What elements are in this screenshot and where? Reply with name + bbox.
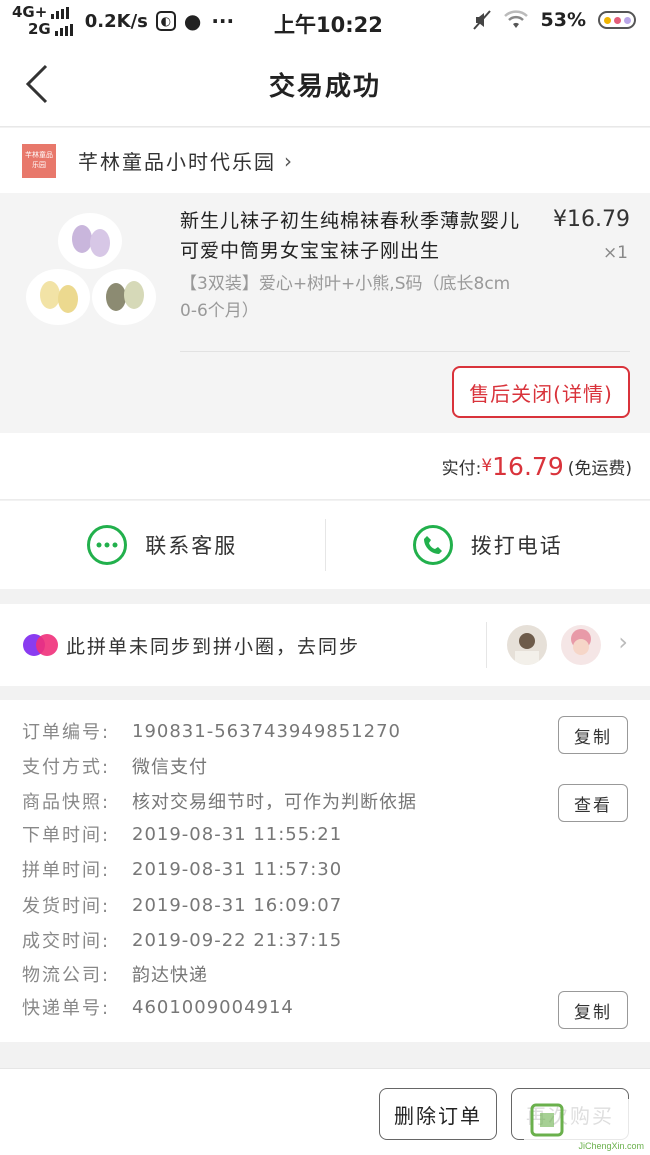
info-row-order-time: 下单时间: 2019-08-31 11:55:21	[22, 823, 343, 847]
divider	[486, 622, 487, 668]
call-phone-label: 拨打电话	[470, 534, 563, 558]
contact-service-label: 联系客服	[145, 534, 238, 558]
shipping-note: (免运费)	[567, 458, 632, 479]
order-info: 订单编号: 190831-563743949851270 复制 支付方式: 微信…	[0, 700, 650, 1042]
battery-icon	[598, 11, 636, 29]
product-thumbnail	[22, 207, 158, 333]
chevron-right-icon: ›	[618, 628, 628, 656]
after-sale-button[interactable]: 售后关闭(详情)	[452, 366, 630, 418]
status-bar: 4G+ 2G 0.2K/s ◐ ● ··· 上午10:22 53%	[0, 0, 650, 42]
avatar	[507, 625, 547, 665]
wifi-icon	[503, 10, 528, 28]
phone-icon	[412, 525, 453, 565]
bottom-action-bar: 删除订单 再次购买 JiChengXin.com	[0, 1068, 650, 1155]
more-icon: ···	[211, 9, 235, 33]
copy-tracking-number-button[interactable]: 复制	[558, 991, 628, 1029]
divider	[180, 351, 630, 352]
paid-label: 实付:	[441, 458, 482, 479]
battery-percent: 53%	[540, 9, 586, 31]
group-sync-text: 此拼单未同步到拼小圈，去同步	[66, 635, 361, 658]
network-speed: 0.2K/s	[84, 10, 148, 32]
product-price: ¥16.79	[553, 207, 630, 232]
watermark: JiChengXin.com	[524, 1099, 648, 1153]
shop-row[interactable]: 芊林童品乐园 芊林童品小时代乐园 ›	[0, 128, 650, 193]
info-row-group-time: 拼单时间: 2019-08-31 11:57:30	[22, 858, 343, 882]
shop-logo: 芊林童品乐园	[22, 143, 56, 178]
signal-bars-icon	[54, 23, 73, 36]
wechat-icon: ●	[183, 9, 202, 33]
chevron-right-icon: ›	[284, 148, 292, 173]
product-quantity: ×1	[602, 243, 628, 263]
group-circle-icon	[23, 634, 58, 656]
info-row-logistics-company: 物流公司: 韵达快递	[22, 965, 208, 986]
clock: 上午10:22	[274, 13, 383, 37]
product-spec: 【3双装】爱心+树叶+小熊,S码（底长8cm 0-6个月）	[180, 274, 511, 321]
signal-bars-icon	[51, 6, 70, 19]
payment-summary: 实付: ¥ 16.79 (免运费)	[0, 433, 650, 500]
contact-row: 联系客服 拨打电话	[0, 501, 650, 589]
order-item[interactable]: 新生儿袜子初生纯棉袜春秋季薄款婴儿可爱中筒男女宝宝袜子刚出生 ¥16.79 ×1…	[0, 193, 650, 433]
info-row-snapshot: 商品快照: 核对交易细节时，可作为判断依据	[22, 792, 417, 813]
mute-icon	[472, 10, 491, 30]
paid-amount: 16.79	[492, 451, 564, 481]
watermark-text: JiChengXin.com	[578, 1141, 644, 1151]
chat-bubble-icon	[87, 525, 128, 565]
info-row-deal-time: 成交时间: 2019-09-22 21:37:15	[22, 929, 343, 953]
view-snapshot-button[interactable]: 查看	[558, 784, 628, 822]
copy-order-number-button[interactable]: 复制	[558, 716, 628, 754]
page-title: 交易成功	[268, 72, 381, 102]
product-title: 新生儿袜子初生纯棉袜春秋季薄款婴儿可爱中筒男女宝宝袜子刚出生	[180, 210, 521, 262]
group-sync-row[interactable]: 此拼单未同步到拼小圈，去同步 ›	[0, 604, 650, 686]
info-row-payment-method: 支付方式: 微信支付	[22, 757, 208, 778]
avatar	[561, 625, 601, 665]
signal-indicator: 4G+ 2G	[12, 4, 73, 38]
shop-name: 芊林童品小时代乐园	[78, 150, 276, 174]
info-row-order-number: 订单编号: 190831-563743949851270	[22, 720, 401, 744]
call-phone-button[interactable]: 拨打电话	[326, 501, 650, 589]
currency-symbol: ¥	[481, 456, 493, 476]
nav-bar: 交易成功	[0, 42, 650, 127]
info-row-ship-time: 发货时间: 2019-08-31 16:09:07	[22, 894, 343, 918]
contact-service-button[interactable]: 联系客服	[0, 501, 325, 589]
watermark-logo-icon	[530, 1103, 564, 1137]
delete-order-button[interactable]: 删除订单	[379, 1088, 497, 1140]
info-row-tracking-number: 快递单号: 4601009004914	[22, 996, 294, 1020]
notification-app-icon: ◐	[155, 11, 176, 31]
